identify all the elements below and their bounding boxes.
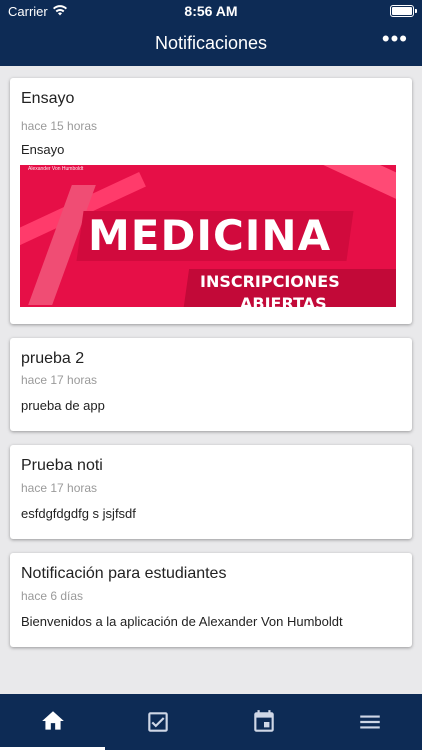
nav-bar: Notificaciones ••• (0, 22, 422, 66)
banner-subline: INSCRIPCIONES ABIERTAS (200, 272, 340, 307)
notification-time: hace 17 horas (21, 373, 98, 387)
notification-time: hace 15 horas (21, 119, 98, 133)
tab-home[interactable] (0, 694, 105, 750)
notification-title: prueba 2 (21, 350, 85, 367)
home-icon (41, 710, 64, 730)
notification-body: esfdgfdgdfg s jsjfsdf (21, 506, 136, 521)
notification-title: Notificación para estudiantes (21, 565, 227, 582)
notification-card[interactable]: prueba 2 hace 17 horas prueba de app (10, 338, 412, 431)
clock: 8:56 AM (184, 3, 238, 19)
more-horizontal-icon[interactable]: ••• (382, 28, 408, 50)
menu-icon (359, 715, 380, 729)
notification-time: hace 6 días (21, 589, 84, 603)
tab-bar (0, 694, 422, 750)
notification-body: Bienvenidos a la aplicación de Alexander… (21, 614, 343, 629)
status-bar: Carrier 8:56 AM (0, 0, 422, 22)
tab-menu[interactable] (317, 694, 422, 750)
notification-title: Prueba noti (21, 457, 103, 474)
notification-body: prueba de app (21, 398, 105, 413)
tab-calendar[interactable] (211, 694, 316, 750)
banner-headline: MEDICINA (88, 211, 332, 260)
calendar-icon (253, 710, 274, 732)
notification-body: Ensayo (21, 142, 65, 157)
notification-card[interactable]: Notificación para estudiantes hace 6 día… (10, 553, 412, 647)
notification-card[interactable]: Ensayo hace 15 horas Ensayo Alexander Vo… (10, 78, 412, 324)
banner-logo: Alexander Von Humboldt (28, 166, 84, 172)
battery-icon (390, 5, 417, 17)
page-title: Notificaciones (154, 33, 268, 53)
notification-title: Ensayo (21, 90, 75, 107)
notification-image: Alexander Von Humboldt MEDICINA INSCRIPC… (20, 165, 396, 307)
checkbox-icon (147, 712, 168, 732)
notification-card[interactable]: Prueba noti hace 17 horas esfdgfdgdfg s … (10, 445, 412, 539)
tab-tasks[interactable] (105, 694, 210, 750)
notification-time: hace 17 horas (21, 481, 98, 495)
notification-list: Ensayo hace 15 horas Ensayo Alexander Vo… (0, 66, 422, 694)
